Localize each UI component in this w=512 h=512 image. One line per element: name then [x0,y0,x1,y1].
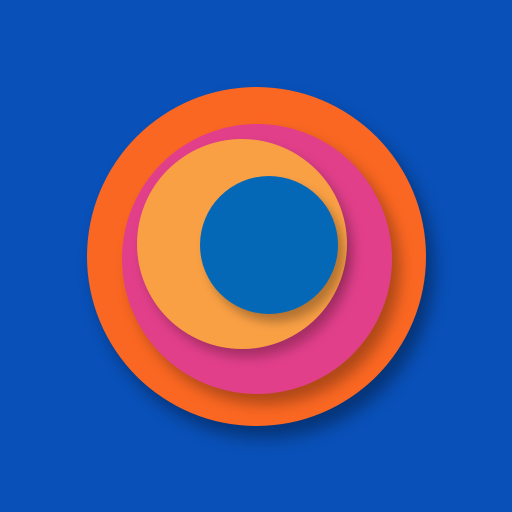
core-blue-disc [200,176,338,314]
app-icon-canvas [0,0,512,512]
